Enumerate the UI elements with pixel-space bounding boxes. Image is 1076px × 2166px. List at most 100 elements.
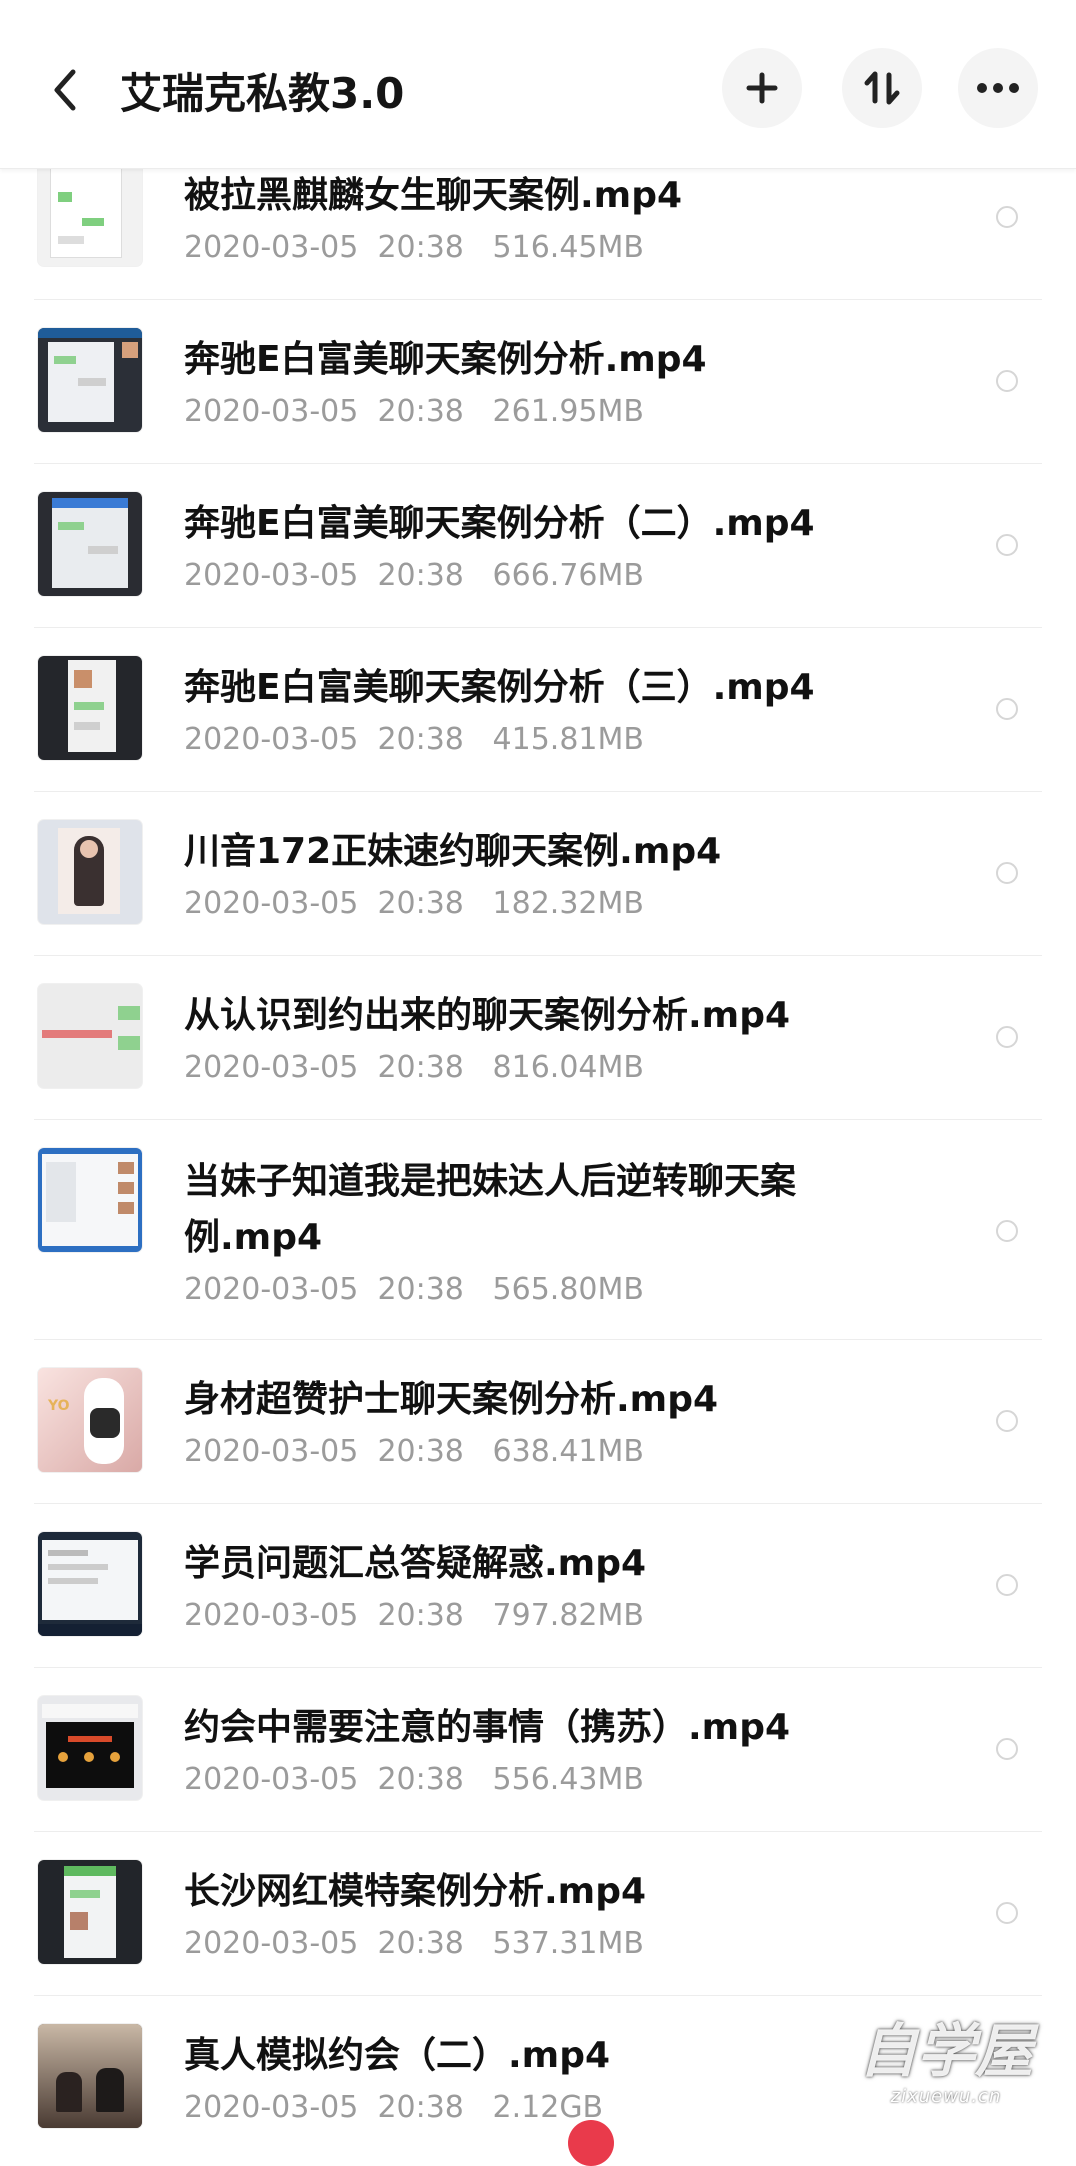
file-time: 20:38 [377,1598,464,1633]
file-time: 20:38 [377,886,464,921]
video-thumbnail [38,656,142,760]
file-name: 长沙网红模特案例分析.mp4 [184,1871,647,1912]
file-name: 学员问题汇总答疑解惑.mp4 [184,1543,647,1584]
file-meta: 2020-03-05 20:38 415.81MB [184,720,644,760]
file-size: 556.43MB [492,1762,644,1797]
watermark-logo: 自学屋 zixuewu.cn [846,2016,1046,2126]
file-date: 2020-03-05 [184,394,359,429]
select-radio[interactable] [996,1220,1018,1242]
file-name: 奔驰E白富美聊天案例分析.mp4 [184,339,707,380]
file-name: 真人模拟约会（二）.mp4 [184,2035,611,2076]
file-time: 20:38 [377,394,464,429]
file-date: 2020-03-05 [184,1272,359,1307]
file-date: 2020-03-05 [184,1050,359,1085]
video-thumbnail [38,984,142,1088]
file-meta: 2020-03-05 20:38 666.76MB [184,556,644,596]
file-time: 20:38 [377,722,464,757]
video-thumbnail [38,1532,142,1636]
video-thumbnail [38,1696,142,1800]
file-meta: 2020-03-05 20:38 537.31MB [184,1924,644,1964]
file-meta: 2020-03-05 20:38 565.80MB [184,1270,644,1310]
file-meta: 2020-03-05 20:38 816.04MB [184,1048,644,1088]
file-date: 2020-03-05 [184,1598,359,1633]
select-radio[interactable] [996,370,1018,392]
list-item[interactable]: 奔驰E白富美聊天案例分析（二）.mp4 2020-03-05 20:38 666… [34,464,1076,628]
file-date: 2020-03-05 [184,230,359,265]
watermark-title: 自学屋 [858,2017,1033,2085]
file-date: 2020-03-05 [184,2090,359,2125]
file-time: 20:38 [377,1926,464,1961]
video-thumbnail [38,162,142,266]
list-item[interactable]: 奔驰E白富美聊天案例分析.mp4 2020-03-05 20:38 261.95… [34,300,1076,464]
video-thumbnail [38,1860,142,1964]
file-size: 415.81MB [492,722,644,757]
select-radio[interactable] [996,206,1018,228]
file-size: 797.82MB [492,1598,644,1633]
file-time: 20:38 [377,1434,464,1469]
add-button[interactable] [722,48,802,128]
file-date: 2020-03-05 [184,558,359,593]
video-thumbnail: YO [38,1368,142,1472]
select-radio[interactable] [996,698,1018,720]
video-thumbnail [38,1148,142,1252]
file-name: 从认识到约出来的聊天案例分析.mp4 [184,995,791,1036]
file-date: 2020-03-05 [184,1434,359,1469]
file-name: 奔驰E白富美聊天案例分析（三）.mp4 [184,667,815,708]
file-meta: 2020-03-05 20:38 182.32MB [184,884,644,924]
select-radio[interactable] [996,1738,1018,1760]
file-size: 516.45MB [492,230,644,265]
file-name: 奔驰E白富美聊天案例分析（二）.mp4 [184,503,815,544]
file-time: 20:38 [377,230,464,265]
file-date: 2020-03-05 [184,886,359,921]
file-name: 川音172正妹速约聊天案例.mp4 [184,831,722,872]
back-button[interactable] [40,60,90,120]
folder-title: 艾瑞克私教3.0 [120,68,405,118]
watermark-url: zixuewu.cn [890,2086,1002,2107]
list-item[interactable]: 当妹子知道我是把妹达人后逆转聊天案例.mp4 2020-03-05 20:38 … [34,1120,1076,1340]
list-item[interactable]: 长沙网红模特案例分析.mp4 2020-03-05 20:38 537.31MB [34,1832,1076,1996]
file-meta: 2020-03-05 20:38 638.41MB [184,1432,644,1472]
bottom-action-button[interactable] [568,2120,614,2166]
file-meta: 2020-03-05 20:38 797.82MB [184,1596,644,1636]
plus-icon [746,72,778,104]
file-time: 20:38 [377,1272,464,1307]
file-time: 20:38 [377,1050,464,1085]
select-radio[interactable] [996,534,1018,556]
file-time: 20:38 [377,1762,464,1797]
list-item[interactable]: 川音172正妹速约聊天案例.mp4 2020-03-05 20:38 182.3… [34,792,1076,956]
file-size: 537.31MB [492,1926,644,1961]
video-thumbnail [38,820,142,924]
list-item[interactable]: 从认识到约出来的聊天案例分析.mp4 2020-03-05 20:38 816.… [34,956,1076,1120]
file-size: 261.95MB [492,394,644,429]
file-date: 2020-03-05 [184,1762,359,1797]
chevron-left-icon [54,69,76,111]
file-date: 2020-03-05 [184,722,359,757]
list-item[interactable]: 约会中需要注意的事情（携苏）.mp4 2020-03-05 20:38 556.… [34,1668,1076,1832]
select-radio[interactable] [996,1410,1018,1432]
more-button[interactable] [958,48,1038,128]
select-radio[interactable] [996,1026,1018,1048]
select-radio[interactable] [996,1902,1018,1924]
select-radio[interactable] [996,862,1018,884]
file-size: 182.32MB [492,886,644,921]
list-item[interactable]: 学员问题汇总答疑解惑.mp4 2020-03-05 20:38 797.82MB [34,1504,1076,1668]
file-size: 638.41MB [492,1434,644,1469]
file-meta: 2020-03-05 20:38 261.95MB [184,392,644,432]
file-name: 身材超赞护士聊天案例分析.mp4 [184,1379,719,1420]
file-meta: 2020-03-05 20:38 516.45MB [184,228,644,268]
video-thumbnail [38,492,142,596]
sort-button[interactable] [842,48,922,128]
video-thumbnail [38,2024,142,2128]
file-meta: 2020-03-05 20:38 2.12GB [184,2088,603,2128]
list-item[interactable]: YO 身材超赞护士聊天案例分析.mp4 2020-03-05 20:38 638… [34,1340,1076,1504]
file-name: 当妹子知道我是把妹达人后逆转聊天案例.mp4 [184,1161,797,1258]
list-item[interactable]: 奔驰E白富美聊天案例分析（三）.mp4 2020-03-05 20:38 415… [34,628,1076,792]
video-thumbnail [38,328,142,432]
file-size: 816.04MB [492,1050,644,1085]
file-size: 565.80MB [492,1272,644,1307]
file-name: 被拉黑麒麟女生聊天案例.mp4 [184,175,683,216]
file-date: 2020-03-05 [184,1926,359,1961]
select-radio[interactable] [996,1574,1018,1596]
file-meta: 2020-03-05 20:38 556.43MB [184,1760,644,1800]
top-app-bar: 艾瑞克私教3.0 [0,0,1076,169]
